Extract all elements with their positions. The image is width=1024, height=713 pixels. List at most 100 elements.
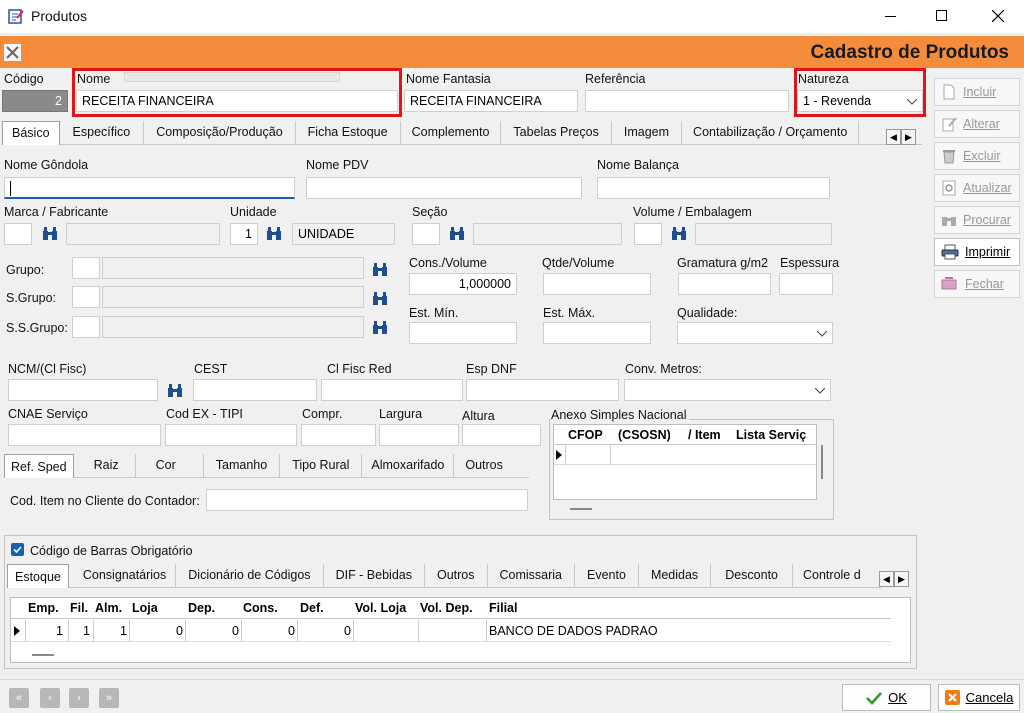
largura-field[interactable]	[379, 424, 459, 446]
cons-volume-field[interactable]: 1,000000	[409, 273, 517, 295]
volume-code-field[interactable]	[634, 223, 662, 245]
tab-dif-bebidas[interactable]: DIF - Bebidas	[324, 564, 425, 588]
tab-basico[interactable]: Básico	[2, 121, 60, 145]
binoculars-icon[interactable]	[449, 227, 465, 241]
binoculars-icon[interactable]	[372, 263, 388, 277]
compr-field[interactable]	[301, 424, 376, 446]
tab-ficha-estoque[interactable]: Ficha Estoque	[296, 121, 401, 145]
ssgrupo-label: S.S.Grupo:	[6, 321, 68, 335]
qtde-volume-field[interactable]	[543, 273, 651, 295]
cancel-button[interactable]: Cancela	[938, 684, 1020, 711]
espessura-field[interactable]	[779, 273, 833, 295]
tab-composicao[interactable]: Composição/Produção	[144, 121, 296, 145]
cod-ex-label: Cod EX - TIPI	[166, 407, 243, 421]
tab-almoxarifado[interactable]: Almoxarifado	[362, 454, 455, 478]
maximize-button[interactable]	[918, 0, 964, 33]
binoculars-icon[interactable]	[266, 227, 282, 241]
ok-button[interactable]: OK	[842, 684, 931, 711]
nome-balanca-field[interactable]	[597, 177, 830, 199]
procurar-button[interactable]: Procurar	[934, 206, 1020, 234]
tab-desconto[interactable]: Desconto	[711, 564, 793, 588]
check-icon	[13, 546, 22, 554]
excluir-button[interactable]: Excluir	[934, 142, 1020, 170]
nav-first-button[interactable]: «	[9, 688, 29, 708]
est-min-field[interactable]	[409, 322, 517, 344]
table-row[interactable]: 1 1 1 0 0 0 0 BANCO DE DADOS PADRAO	[11, 620, 891, 642]
atualizar-button[interactable]: Atualizar	[934, 174, 1020, 202]
secao-code-field[interactable]	[412, 223, 440, 245]
alterar-button[interactable]: Alterar	[934, 110, 1020, 138]
ncm-field[interactable]	[8, 379, 158, 401]
cnae-field[interactable]	[8, 424, 161, 446]
sgrupo-code-field[interactable]	[72, 286, 100, 308]
bottom-tab-scroll-left-button[interactable]: ◀	[879, 571, 894, 587]
nav-last-button[interactable]: »	[99, 688, 119, 708]
tab-tamanho[interactable]: Tamanho	[204, 454, 281, 478]
tab-especifico[interactable]: Específico	[60, 121, 145, 145]
tab-outros-sub[interactable]: Outros	[454, 454, 514, 478]
tab-raiz[interactable]: Raiz	[74, 454, 136, 478]
bottom-tab-scroll-right-button[interactable]: ▶	[894, 571, 909, 587]
anexo-grid-hscroll[interactable]	[570, 508, 592, 510]
tab-comissaria[interactable]: Comissaria	[488, 564, 576, 588]
cest-field[interactable]	[193, 379, 317, 401]
cod-item-field[interactable]	[206, 489, 528, 511]
stock-grid[interactable]: Emp. Fil. Alm. Loja Dep. Cons. Def. Vol.…	[10, 597, 911, 663]
tab-tipo-rural[interactable]: Tipo Rural	[280, 454, 363, 478]
stock-grid-hscroll[interactable]	[32, 654, 54, 656]
incluir-button[interactable]: Incluir	[934, 78, 1020, 106]
nome-fantasia-field[interactable]: RECEITA FINANCEIRA	[404, 90, 578, 112]
binoculars-icon[interactable]	[671, 227, 687, 241]
binoculars-icon[interactable]	[42, 227, 58, 241]
binoculars-icon[interactable]	[167, 384, 183, 398]
tab-imagem[interactable]: Imagem	[612, 121, 683, 145]
tab-outros[interactable]: Outros	[425, 564, 488, 588]
referencia-field[interactable]	[585, 90, 789, 112]
tab-scroll-right-button[interactable]: ▶	[901, 129, 916, 145]
tab-dicionario[interactable]: Dicionário de Códigos	[176, 564, 324, 588]
ssgrupo-code-field[interactable]	[72, 316, 100, 338]
tab-controle[interactable]: Controle de	[793, 564, 861, 588]
unidade-code-field[interactable]: 1	[230, 223, 258, 245]
imprimir-button[interactable]: Imprimir	[934, 238, 1020, 266]
cod-ex-field[interactable]	[165, 424, 297, 446]
tab-consignatarios[interactable]: Consignatários	[69, 564, 177, 588]
barras-checkbox[interactable]	[11, 543, 24, 556]
esp-dnf-field[interactable]	[466, 379, 619, 401]
est-max-field[interactable]	[543, 322, 651, 344]
fechar-button[interactable]: Fechar	[934, 270, 1020, 298]
marca-code-field[interactable]	[4, 223, 32, 245]
main-tabs: Básico Específico Composição/Produção Fi…	[2, 121, 922, 145]
nome-gondola-field[interactable]	[4, 177, 295, 199]
cl-fisc-red-field[interactable]	[321, 379, 463, 401]
tab-ref-sped[interactable]: Ref. Sped	[4, 454, 74, 478]
altura-field[interactable]	[462, 424, 541, 446]
anexo-grid-vscroll-bar[interactable]	[821, 445, 823, 479]
tab-contabilizacao[interactable]: Contabilização / Orçamento	[682, 121, 860, 145]
binoculars-icon[interactable]	[372, 321, 388, 335]
codigo-field[interactable]: 2	[2, 90, 68, 112]
col-vol-loja: Vol. Loja	[355, 601, 407, 615]
tab-complemento[interactable]: Complemento	[401, 121, 502, 145]
anexo-grid[interactable]: CFOP (CSOSN) / Item Lista Serviç	[553, 424, 817, 500]
page-title: Cadastro de Produtos	[810, 42, 1009, 63]
qualidade-select[interactable]	[677, 322, 833, 344]
close-button[interactable]	[975, 0, 1021, 33]
gramatura-field[interactable]	[678, 273, 771, 295]
conv-metros-select[interactable]	[624, 379, 831, 401]
grupo-code-field[interactable]	[72, 257, 100, 279]
tab-evento[interactable]: Evento	[575, 564, 639, 588]
anexo-col-item: / Item	[688, 428, 721, 442]
nav-prev-button[interactable]: ‹	[40, 688, 60, 708]
binoculars-icon[interactable]	[372, 292, 388, 306]
tab-estoque[interactable]: Estoque	[7, 564, 69, 588]
tab-medidas[interactable]: Medidas	[639, 564, 712, 588]
anexo-grid-row[interactable]	[554, 445, 816, 465]
tab-scroll-left-button[interactable]: ◀	[886, 129, 901, 145]
tab-cor[interactable]: Cor	[136, 454, 204, 478]
minimize-button[interactable]	[868, 0, 914, 33]
tab-tabelas-precos[interactable]: Tabelas Preços	[501, 121, 612, 145]
nome-pdv-field[interactable]	[306, 177, 582, 199]
nav-next-button[interactable]: ›	[69, 688, 89, 708]
marca-label: Marca / Fabricante	[4, 205, 109, 219]
